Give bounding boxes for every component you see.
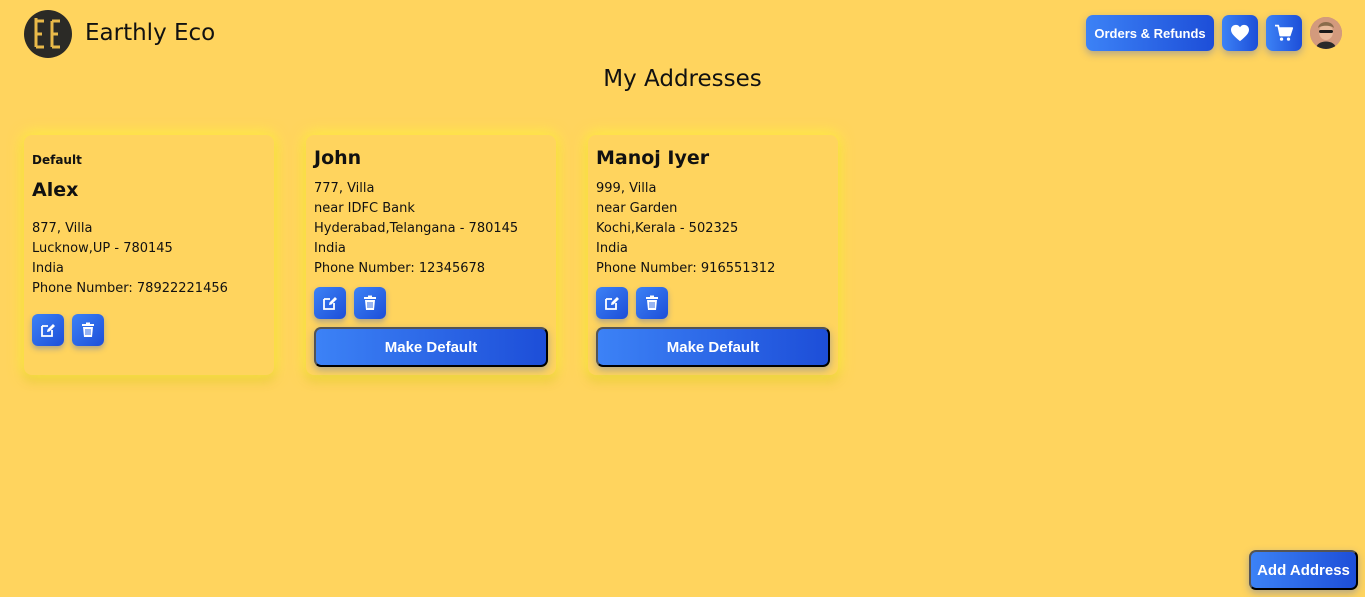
address-details: 877, Villa Lucknow,UP - 780145 India Pho… xyxy=(32,219,228,299)
delete-address-button[interactable] xyxy=(636,287,668,319)
phone-number: Phone Number: 78922221456 xyxy=(32,281,228,296)
address-name: John xyxy=(314,147,362,169)
brand-name[interactable]: Earthly Eco xyxy=(85,20,215,46)
trash-icon xyxy=(82,322,94,337)
address-line: Hyderabad,Telangana - 780145 xyxy=(314,221,519,236)
address-line: India xyxy=(32,261,64,276)
address-line: near IDFC Bank xyxy=(314,201,415,216)
address-card-default: Default Alex 877, Villa Lucknow,UP - 780… xyxy=(24,135,274,375)
heart-icon xyxy=(1231,24,1249,42)
address-line: 777, Villa xyxy=(314,181,375,196)
page-title: My Addresses xyxy=(603,66,762,92)
phone-number: Phone Number: 12345678 xyxy=(314,261,486,276)
address-line: Kochi,Kerala - 502325 xyxy=(596,221,739,236)
trash-icon xyxy=(646,295,658,310)
address-line: near Garden xyxy=(596,201,678,216)
edit-icon xyxy=(605,297,619,310)
make-default-button[interactable]: Make Default xyxy=(596,327,830,367)
address-line: 877, Villa xyxy=(32,221,93,236)
avatar-image-icon xyxy=(1310,17,1342,49)
edit-icon xyxy=(41,324,55,337)
phone-number: Phone Number: 916551312 xyxy=(596,261,776,276)
cart-icon xyxy=(1275,24,1294,41)
address-line: 999, Villa xyxy=(596,181,657,196)
address-name: Manoj Iyer xyxy=(596,147,710,169)
edit-icon xyxy=(323,297,337,310)
top-bar: Earthly Eco Orders & Refunds xyxy=(0,0,1365,68)
default-badge: Default xyxy=(32,153,82,167)
address-line: India xyxy=(596,241,628,256)
user-avatar[interactable] xyxy=(1310,17,1342,49)
address-details: 777, Villa near IDFC Bank Hyderabad,Tela… xyxy=(314,179,518,279)
delete-address-button[interactable] xyxy=(354,287,386,319)
make-default-button[interactable]: Make Default xyxy=(314,327,548,367)
address-name: Alex xyxy=(32,179,79,201)
add-address-button[interactable]: Add Address xyxy=(1249,550,1358,590)
edit-address-button[interactable] xyxy=(314,287,346,319)
cart-button[interactable] xyxy=(1266,15,1302,51)
edit-address-button[interactable] xyxy=(32,314,64,346)
edit-address-button[interactable] xyxy=(596,287,628,319)
delete-address-button[interactable] xyxy=(72,314,104,346)
address-line: India xyxy=(314,241,346,256)
trash-icon xyxy=(364,295,376,310)
address-card: Manoj Iyer 999, Villa near Garden Kochi,… xyxy=(588,135,838,375)
address-line: Lucknow,UP - 780145 xyxy=(32,241,173,256)
address-card: John 777, Villa near IDFC Bank Hyderabad… xyxy=(306,135,556,375)
brand-logo[interactable] xyxy=(24,10,72,58)
wishlist-button[interactable] xyxy=(1222,15,1258,51)
address-details: 999, Villa near Garden Kochi,Kerala - 50… xyxy=(596,179,775,279)
orders-refunds-button[interactable]: Orders & Refunds xyxy=(1086,15,1214,51)
logo-mark-icon xyxy=(34,18,60,49)
